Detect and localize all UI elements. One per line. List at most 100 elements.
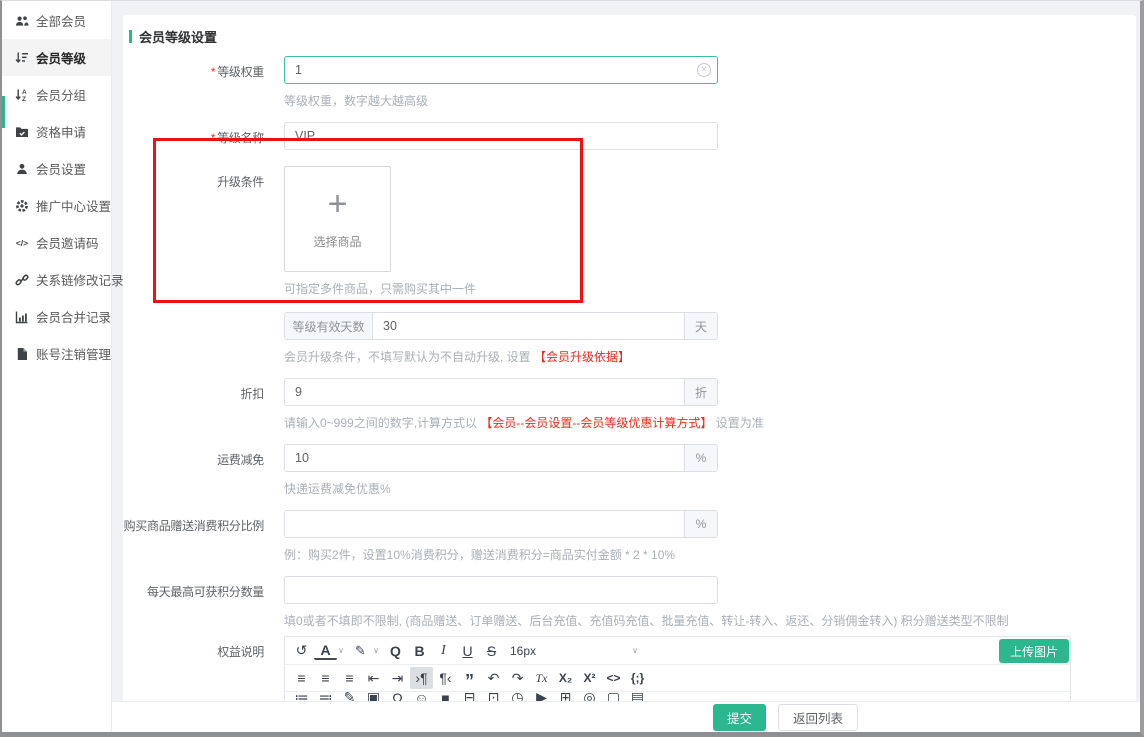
toolbar-icon[interactable]: ›¶ <box>410 667 433 689</box>
toolbar-icon[interactable]: ✎ <box>349 640 372 662</box>
upload-image-button[interactable]: 上传图片 <box>999 639 1069 663</box>
unit-percent: % <box>684 445 717 471</box>
unit-day: 天 <box>684 313 717 339</box>
clear-icon[interactable]: ✕ <box>697 63 711 77</box>
toolbar-icon[interactable]: ∨ <box>336 640 346 662</box>
discount-input[interactable] <box>285 379 684 405</box>
svg-text:Z: Z <box>22 96 26 102</box>
sidebar-item-label: 会员邀请码 <box>36 233 99 252</box>
field-help: 可指定多件商品，只需购买其中一件 <box>284 281 476 298</box>
valid-days-input[interactable] <box>373 313 684 339</box>
field-help: 等级权重，数字越大越高级 <box>284 93 718 110</box>
field-discount: 折扣 折 请输入0~999之间的数字,计算方式以 【会员--会员设置--会员等级… <box>123 378 1136 432</box>
toolbar-icon[interactable]: A <box>314 642 337 660</box>
sidebar-item-merge-log[interactable]: 会员合并记录 <box>2 298 111 335</box>
font-size-dropdown[interactable]: 16px∨ <box>510 640 638 662</box>
toolbar-icon[interactable]: ” <box>458 667 481 689</box>
code-icon: </> <box>15 236 29 250</box>
toolbar-icon[interactable]: X² <box>578 667 601 689</box>
users-icon <box>15 14 29 28</box>
submit-button[interactable]: 提交 <box>713 704 766 731</box>
toolbar-icon[interactable]: ↺ <box>290 640 313 662</box>
toolbar-icon[interactable]: ↷ <box>506 667 529 689</box>
back-to-list-button[interactable]: 返回列表 <box>778 704 858 731</box>
form-card: 会员等级设置 *等级权重 ✕ 等级权重，数字越大越高级 *等级名称 <box>123 15 1136 732</box>
toolbar-row-2: ≡≡≡⇤⇥›¶¶‹”↶↷TxX₂X²<>{;} <box>285 664 1070 692</box>
toolbar-icon[interactable]: Tx <box>530 667 553 689</box>
field-benefits: 权益说明 上传图片 ↺A∨✎∨QBIUS16px∨ ≡≡≡⇤⇥›¶¶‹”↶↷Tx… <box>123 636 1136 704</box>
upgrade-basis-link[interactable]: 【会员升级依据】 <box>534 350 630 364</box>
page-title: 会员等级设置 <box>129 28 1136 44</box>
points-ratio-input[interactable] <box>285 511 684 537</box>
sidebar-item-label: 全部会员 <box>36 11 86 30</box>
field-help: 例：购买2件，设置10%消费积分，赠送消费积分=商品实付金额 * 2 * 10% <box>284 547 718 564</box>
toolbar-icon[interactable]: {;} <box>626 667 649 689</box>
field-help: 快递运费减免优惠% <box>284 481 718 498</box>
field-help: 请输入0~999之间的数字,计算方式以 【会员--会员设置--会员等级优惠计算方… <box>284 415 764 432</box>
sidebar-item-account-cancel[interactable]: 账号注销管理 <box>2 335 111 372</box>
sidebar-item-invite-code[interactable]: </> 会员邀请码 <box>2 224 111 261</box>
sidebar-item-relation-log[interactable]: 关系链修改记录 <box>2 261 111 298</box>
required-mark: * <box>211 131 215 145</box>
sidebar-item-label: 会员等级 <box>36 48 86 67</box>
sidebar-item-label: 会员合并记录 <box>36 307 111 326</box>
sidebar-item-all-members[interactable]: 全部会员 <box>2 2 111 39</box>
valid-days-prepend: 等级有效天数 <box>285 313 373 339</box>
toolbar-icon[interactable]: ↶ <box>482 667 505 689</box>
level-weight-input[interactable] <box>284 56 718 84</box>
toolbar-row-1: ↺A∨✎∨QBIUS16px∨ <box>285 637 1070 665</box>
sort-amount-icon <box>15 51 29 65</box>
unit-percent: % <box>684 511 717 537</box>
field-shipping-discount: 运费减免 % 快递运费减免优惠% <box>123 444 1136 498</box>
user-icon <box>15 162 29 176</box>
toolbar-icon[interactable]: <> <box>602 667 625 689</box>
plus-icon: + <box>328 189 348 219</box>
toolbar-icon[interactable]: ≡ <box>314 667 337 689</box>
toolbar-icon[interactable]: S <box>480 640 503 662</box>
toolbar-icon[interactable]: I <box>432 640 455 662</box>
field-level-weight: *等级权重 ✕ 等级权重，数字越大越高级 <box>123 56 1136 110</box>
sidebar: 全部会员 会员等级 AZ 会员分组 资格申请 会员设置 推广中心设置 </> 会… <box>2 1 112 732</box>
level-name-input[interactable] <box>284 122 718 150</box>
toolbar-icon[interactable]: ∨ <box>371 640 381 662</box>
title-accent-bar <box>129 30 132 43</box>
link-icon <box>15 273 29 287</box>
daily-points-input[interactable] <box>284 576 718 604</box>
sidebar-item-member-group[interactable]: AZ 会员分组 <box>2 76 111 113</box>
field-help: 填0或者不填即不限制, (商品赠送、订单赠送、后台充值、充值码充值、批量充值、转… <box>284 613 1009 630</box>
toolbar-icon[interactable]: X₂ <box>554 667 577 689</box>
svg-text:</>: </> <box>16 238 28 248</box>
toolbar-icon[interactable]: B <box>408 640 431 662</box>
sidebar-item-promotion-settings[interactable]: 推广中心设置 <box>2 187 111 224</box>
toolbar-icon[interactable]: ¶‹ <box>434 667 457 689</box>
sidebar-item-label: 关系链修改记录 <box>36 270 124 289</box>
toolbar-icon[interactable]: ≡ <box>290 667 313 689</box>
field-daily-points: 每天最高可获积分数量 填0或者不填即不限制, (商品赠送、订单赠送、后台充值、充… <box>123 576 1136 630</box>
outer-nav-active-indicator <box>2 96 5 128</box>
sidebar-item-label: 会员分组 <box>36 85 86 104</box>
field-upgrade-condition: 升级条件 + 选择商品 可指定多件商品，只需购买其中一件 <box>123 166 1136 298</box>
main-area: 会员等级设置 *等级权重 ✕ 等级权重，数字越大越高级 *等级名称 <box>112 1 1140 732</box>
sidebar-item-member-level[interactable]: 会员等级 <box>2 39 111 76</box>
toolbar-icon[interactable]: Q <box>384 640 407 662</box>
field-valid-days: 等级有效天数 天 会员升级条件，不填写默认为不自动升级, 设置 【会员升级依据】 <box>123 312 1136 366</box>
gear-icon <box>15 199 29 213</box>
app-window: 全部会员 会员等级 AZ 会员分组 资格申请 会员设置 推广中心设置 </> 会… <box>0 0 1144 737</box>
toolbar-icon[interactable]: ≡ <box>338 667 361 689</box>
toolbar-icon[interactable]: ⇥ <box>386 667 409 689</box>
sidebar-item-member-settings[interactable]: 会员设置 <box>2 150 111 187</box>
sidebar-item-qualification[interactable]: 资格申请 <box>2 113 111 150</box>
toolbar-icon[interactable]: ⇤ <box>362 667 385 689</box>
select-goods-picker[interactable]: + 选择商品 <box>284 166 391 272</box>
chart-icon <box>15 310 29 324</box>
file-icon <box>15 347 29 361</box>
field-points-ratio: 购买商品赠送消费积分比例 % 例：购买2件，设置10%消费积分，赠送消费积分=商… <box>123 510 1136 564</box>
sidebar-item-label: 会员设置 <box>36 159 86 178</box>
field-level-name: *等级名称 <box>123 122 1136 150</box>
toolbar-icon[interactable]: U <box>456 640 479 662</box>
chevron-down-icon: ∨ <box>632 646 638 655</box>
rich-text-editor: 上传图片 ↺A∨✎∨QBIUS16px∨ ≡≡≡⇤⇥›¶¶‹”↶↷TxX₂X²<… <box>284 636 1071 704</box>
shipping-input[interactable] <box>285 445 684 471</box>
discount-calc-link[interactable]: 【会员--会员设置--会员等级优惠计算方式】 <box>480 416 712 430</box>
sort-alpha-icon: AZ <box>15 88 29 102</box>
